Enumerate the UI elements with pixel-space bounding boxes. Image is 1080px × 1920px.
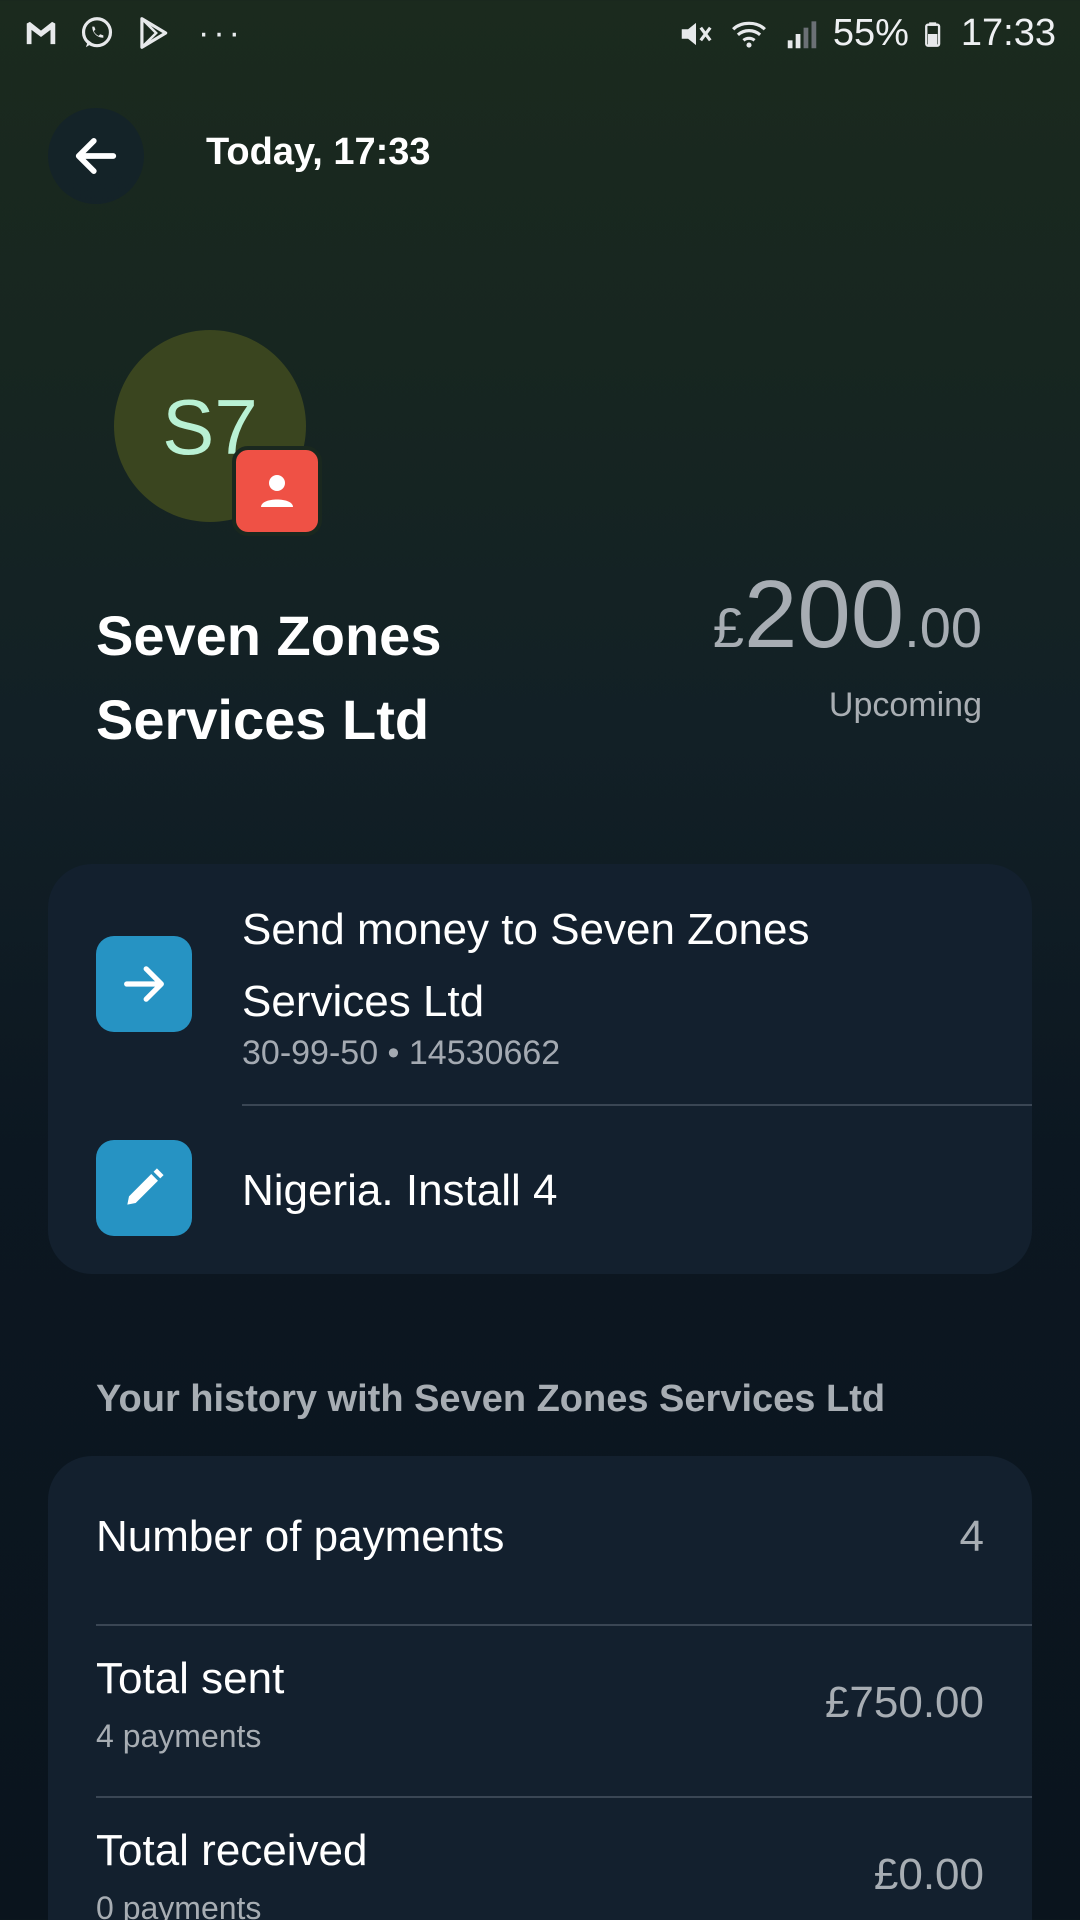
send-money-label: Send money to Seven Zones Services Ltd (242, 905, 810, 1026)
more-notifications-icon: ··· (198, 14, 244, 52)
history-label: Total sent (96, 1654, 285, 1703)
history-value: £750.00 (824, 1678, 984, 1727)
wifi-icon (731, 21, 766, 48)
send-money-row[interactable]: Send money to Seven Zones Services Ltd 3… (48, 864, 1032, 1104)
history-label: Number of payments (96, 1512, 505, 1561)
back-button[interactable] (48, 108, 144, 204)
battery-percent: 55% (832, 12, 909, 54)
history-row-sent[interactable]: Total sent 4 payments £750.00 (48, 1626, 1032, 1796)
history-row-received[interactable]: Total received 0 payments £0.00 (48, 1798, 1032, 1920)
account-details: 30-99-50 • 14530662 (242, 1034, 561, 1072)
history-value: 4 (959, 1512, 984, 1561)
arrow-left-icon (75, 138, 117, 174)
play-store-icon (140, 17, 168, 49)
history-sublabel: 0 payments (96, 1890, 262, 1920)
person-icon (261, 475, 293, 507)
history-label: Total received (96, 1826, 368, 1875)
clock: 17:33 (960, 12, 1056, 54)
history-card: Number of payments 4 Total sent 4 paymen… (48, 1456, 1032, 1920)
pencil-icon (127, 1168, 164, 1205)
history-row-payments: Number of payments 4 (48, 1456, 1032, 1624)
amount-currency: £ (712, 596, 744, 659)
edit-icon-tile (96, 1140, 192, 1236)
history-value: £0.00 (873, 1850, 984, 1899)
signal-icon (787, 20, 817, 48)
arrow-right-icon (124, 966, 164, 1002)
contact-badge (232, 446, 322, 536)
payee-name: Seven Zones Services Ltd (96, 604, 442, 751)
actions-card: Send money to Seven Zones Services Ltd 3… (48, 864, 1032, 1274)
page-title: Today, 17:33 (206, 131, 431, 173)
battery-icon (924, 21, 941, 47)
payment-amount: £200.00 (713, 560, 982, 670)
send-icon-tile (96, 936, 192, 1032)
whatsapp-icon (81, 17, 113, 48)
amount-status: Upcoming (828, 686, 982, 724)
payment-reference: Nigeria. Install 4 (242, 1166, 558, 1215)
status-bar: ··· 55% 17:33 (0, 0, 1080, 76)
gmail-icon (26, 21, 56, 45)
history-sublabel: 4 payments (96, 1718, 262, 1754)
mute-icon (681, 22, 712, 45)
history-heading: Your history with Seven Zones Services L… (96, 1378, 886, 1420)
amount-decimal: .00 (904, 596, 982, 659)
amount-main: 200 (743, 561, 905, 668)
